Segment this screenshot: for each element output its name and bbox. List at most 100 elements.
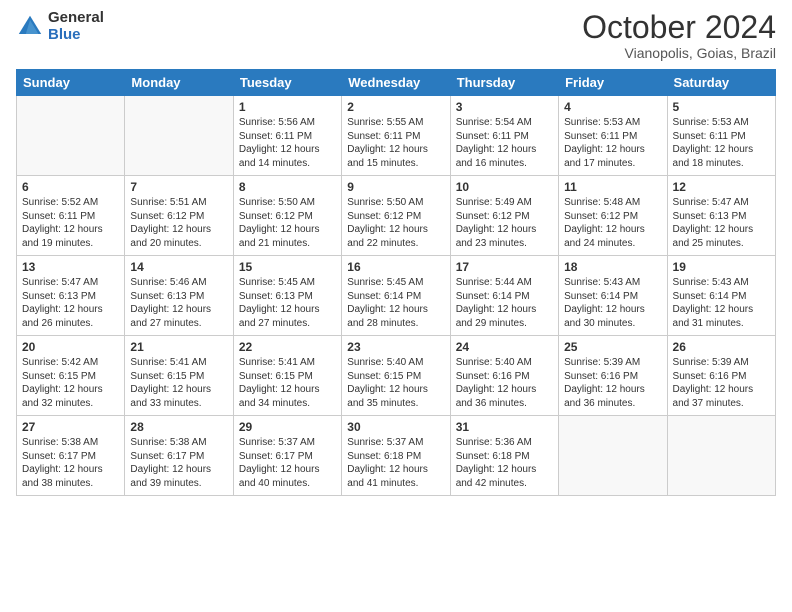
day-number: 23 [347, 340, 444, 354]
calendar-cell: 31 Sunrise: 5:36 AMSunset: 6:18 PMDayligh… [450, 416, 558, 496]
day-info: Sunrise: 5:47 AMSunset: 6:13 PMDaylight:… [673, 196, 770, 250]
calendar-cell: 3 Sunrise: 5:54 AMSunset: 6:11 PMDaylight… [450, 96, 558, 176]
calendar-cell: 11 Sunrise: 5:48 AMSunset: 6:12 PMDayligh… [559, 176, 667, 256]
calendar-cell [17, 96, 125, 176]
calendar-cell: 5Sunrise: 5:53 AMSunset: 6:11 PMDaylight… [667, 96, 775, 176]
col-sunday: Sunday [17, 70, 125, 96]
day-info: Sunrise: 5:40 AMSunset: 6:15 PMDaylight:… [347, 356, 444, 410]
day-number: 2 [347, 100, 444, 114]
day-number: 26 [673, 340, 770, 354]
logo-general-text: General [48, 10, 104, 27]
calendar-cell: 16 Sunrise: 5:45 AMSunset: 6:14 PMDayligh… [342, 256, 450, 336]
month-title: October 2024 [582, 10, 776, 45]
calendar-cell: 20 Sunrise: 5:42 AMSunset: 6:15 PMDayligh… [17, 336, 125, 416]
day-number: 22 [239, 340, 336, 354]
col-tuesday: Tuesday [233, 70, 341, 96]
calendar-cell: 14Sunrise: 5:46 AMSunset: 6:13 PMDayligh… [125, 256, 233, 336]
calendar-cell: 21Sunrise: 5:41 AMSunset: 6:15 PMDayligh… [125, 336, 233, 416]
day-number: 16 [347, 260, 444, 274]
day-number: 10 [456, 180, 553, 194]
day-info: Sunrise: 5:49 AMSunset: 6:12 PMDaylight:… [456, 196, 553, 250]
calendar-cell: 17 Sunrise: 5:44 AMSunset: 6:14 PMDayligh… [450, 256, 558, 336]
calendar-week-row: 20 Sunrise: 5:42 AMSunset: 6:15 PMDayligh… [17, 336, 776, 416]
calendar-cell: 25Sunrise: 5:39 AMSunset: 6:16 PMDayligh… [559, 336, 667, 416]
day-info: Sunrise: 5:52 AMSunset: 6:11 PMDaylight:… [22, 196, 119, 250]
col-wednesday: Wednesday [342, 70, 450, 96]
day-info: Sunrise: 5:54 AMSunset: 6:11 PMDaylight:… [456, 116, 553, 170]
calendar-cell: 13 Sunrise: 5:47 AMSunset: 6:13 PMDayligh… [17, 256, 125, 336]
calendar-header-row: Sunday Monday Tuesday Wednesday Thursday… [17, 70, 776, 96]
calendar-cell: 7 Sunrise: 5:51 AMSunset: 6:12 PMDaylight… [125, 176, 233, 256]
logo-blue-text: Blue [48, 27, 104, 44]
calendar-week-row: 6 Sunrise: 5:52 AMSunset: 6:11 PMDaylight… [17, 176, 776, 256]
day-number: 7 [130, 180, 227, 194]
calendar-cell [667, 416, 775, 496]
logo: General Blue [16, 10, 104, 43]
calendar-cell: 12Sunrise: 5:47 AMSunset: 6:13 PMDayligh… [667, 176, 775, 256]
calendar-cell: 22 Sunrise: 5:41 AMSunset: 6:15 PMDayligh… [233, 336, 341, 416]
calendar-cell [125, 96, 233, 176]
calendar-table: Sunday Monday Tuesday Wednesday Thursday… [16, 69, 776, 496]
day-number: 4 [564, 100, 661, 114]
col-friday: Friday [559, 70, 667, 96]
title-area: October 2024 Vianopolis, Goias, Brazil [582, 10, 776, 61]
day-info: Sunrise: 5:36 AMSunset: 6:18 PMDaylight:… [456, 436, 553, 490]
day-number: 24 [456, 340, 553, 354]
day-info: Sunrise: 5:48 AMSunset: 6:12 PMDaylight:… [564, 196, 661, 250]
calendar-cell: 29 Sunrise: 5:37 AMSunset: 6:17 PMDayligh… [233, 416, 341, 496]
calendar-cell: 18 Sunrise: 5:43 AMSunset: 6:14 PMDayligh… [559, 256, 667, 336]
location: Vianopolis, Goias, Brazil [582, 45, 776, 61]
day-number: 28 [130, 420, 227, 434]
day-info: Sunrise: 5:51 AMSunset: 6:12 PMDaylight:… [130, 196, 227, 250]
calendar-cell: 30Sunrise: 5:37 AMSunset: 6:18 PMDayligh… [342, 416, 450, 496]
calendar-week-row: 1Sunrise: 5:56 AMSunset: 6:11 PMDaylight… [17, 96, 776, 176]
day-info: Sunrise: 5:45 AMSunset: 6:14 PMDaylight:… [347, 276, 444, 330]
calendar-cell: 6 Sunrise: 5:52 AMSunset: 6:11 PMDaylight… [17, 176, 125, 256]
calendar-cell [559, 416, 667, 496]
day-number: 1 [239, 100, 336, 114]
page-header: General Blue October 2024 Vianopolis, Go… [16, 10, 776, 61]
day-number: 18 [564, 260, 661, 274]
day-number: 13 [22, 260, 119, 274]
day-info: Sunrise: 5:47 AMSunset: 6:13 PMDaylight:… [22, 276, 119, 330]
day-info: Sunrise: 5:41 AMSunset: 6:15 PMDaylight:… [239, 356, 336, 410]
calendar-week-row: 27Sunrise: 5:38 AMSunset: 6:17 PMDayligh… [17, 416, 776, 496]
day-info: Sunrise: 5:44 AMSunset: 6:14 PMDaylight:… [456, 276, 553, 330]
calendar-cell: 9Sunrise: 5:50 AMSunset: 6:12 PMDaylight… [342, 176, 450, 256]
calendar-cell: 19Sunrise: 5:43 AMSunset: 6:14 PMDayligh… [667, 256, 775, 336]
day-number: 3 [456, 100, 553, 114]
day-number: 20 [22, 340, 119, 354]
day-number: 5 [673, 100, 770, 114]
calendar-cell: 4Sunrise: 5:53 AMSunset: 6:11 PMDaylight… [559, 96, 667, 176]
day-info: Sunrise: 5:43 AMSunset: 6:14 PMDaylight:… [673, 276, 770, 330]
logo-icon [16, 13, 44, 41]
col-thursday: Thursday [450, 70, 558, 96]
calendar-cell: 27Sunrise: 5:38 AMSunset: 6:17 PMDayligh… [17, 416, 125, 496]
calendar-cell: 23 Sunrise: 5:40 AMSunset: 6:15 PMDayligh… [342, 336, 450, 416]
day-number: 29 [239, 420, 336, 434]
calendar-week-row: 13 Sunrise: 5:47 AMSunset: 6:13 PMDayligh… [17, 256, 776, 336]
day-info: Sunrise: 5:50 AMSunset: 6:12 PMDaylight:… [347, 196, 444, 250]
calendar-cell: 8Sunrise: 5:50 AMSunset: 6:12 PMDaylight… [233, 176, 341, 256]
day-info: Sunrise: 5:45 AMSunset: 6:13 PMDaylight:… [239, 276, 336, 330]
col-monday: Monday [125, 70, 233, 96]
day-number: 15 [239, 260, 336, 274]
calendar-cell: 2 Sunrise: 5:55 AMSunset: 6:11 PMDaylight… [342, 96, 450, 176]
day-info: Sunrise: 5:46 AMSunset: 6:13 PMDaylight:… [130, 276, 227, 330]
day-number: 6 [22, 180, 119, 194]
day-info: Sunrise: 5:43 AMSunset: 6:14 PMDaylight:… [564, 276, 661, 330]
calendar-cell: 26 Sunrise: 5:39 AMSunset: 6:16 PMDayligh… [667, 336, 775, 416]
day-number: 17 [456, 260, 553, 274]
day-info: Sunrise: 5:39 AMSunset: 6:16 PMDaylight:… [673, 356, 770, 410]
day-info: Sunrise: 5:38 AMSunset: 6:17 PMDaylight:… [22, 436, 119, 490]
day-info: Sunrise: 5:38 AMSunset: 6:17 PMDaylight:… [130, 436, 227, 490]
day-info: Sunrise: 5:39 AMSunset: 6:16 PMDaylight:… [564, 356, 661, 410]
day-number: 11 [564, 180, 661, 194]
day-info: Sunrise: 5:55 AMSunset: 6:11 PMDaylight:… [347, 116, 444, 170]
day-info: Sunrise: 5:37 AMSunset: 6:17 PMDaylight:… [239, 436, 336, 490]
calendar-cell: 10 Sunrise: 5:49 AMSunset: 6:12 PMDayligh… [450, 176, 558, 256]
day-number: 21 [130, 340, 227, 354]
day-info: Sunrise: 5:40 AMSunset: 6:16 PMDaylight:… [456, 356, 553, 410]
day-number: 31 [456, 420, 553, 434]
day-info: Sunrise: 5:42 AMSunset: 6:15 PMDaylight:… [22, 356, 119, 410]
